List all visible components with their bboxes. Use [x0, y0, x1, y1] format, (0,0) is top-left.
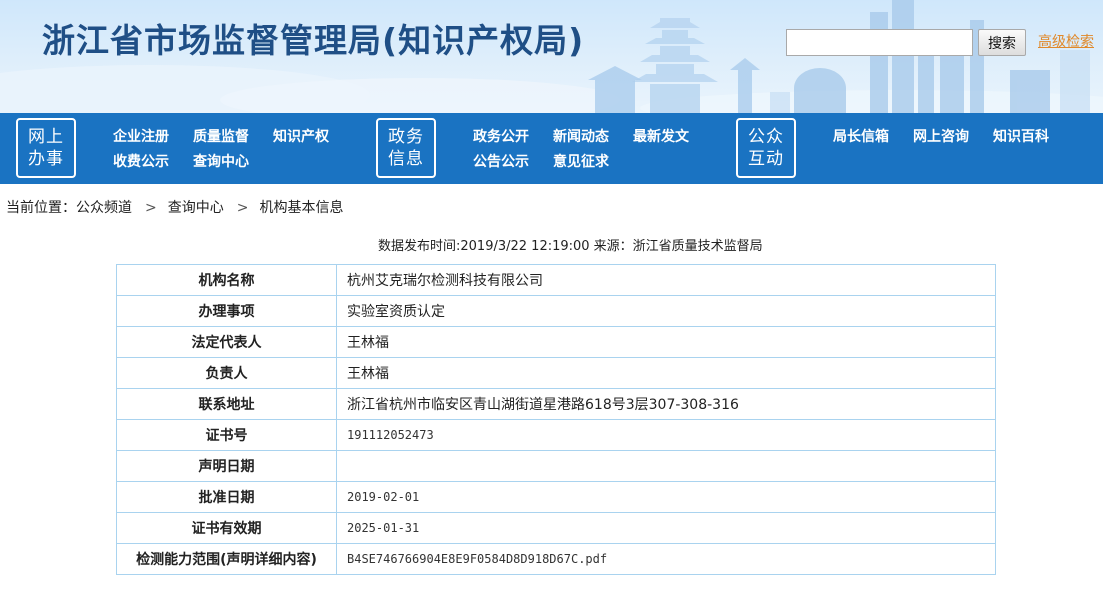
- nav-link-government-affairs[interactable]: 政务公开: [473, 126, 529, 146]
- field-label: 证书有效期: [116, 512, 337, 544]
- breadcrumb-item-query-center[interactable]: 查询中心: [168, 200, 224, 216]
- nav-link-fee-disclosure[interactable]: 收费公示: [113, 151, 169, 171]
- breadcrumb-item-current: 机构基本信息: [259, 200, 344, 216]
- field-label: 机构名称: [116, 264, 337, 296]
- field-value-address: 浙江省杭州市临安区青山湖街道星港路618号3层307-308-316: [336, 388, 996, 420]
- nav-link-online-consultation[interactable]: 网上咨询: [913, 126, 969, 146]
- field-label: 办理事项: [116, 295, 337, 327]
- advanced-search-link[interactable]: 高级检索: [1038, 31, 1094, 51]
- nav-link-quality-supervision[interactable]: 质量监督: [193, 126, 249, 146]
- site-title: 浙江省市场监督管理局(知识产权局): [42, 21, 585, 60]
- field-value-approval-date: 2019-02-01: [336, 481, 996, 513]
- table-row: 负责人 王林福: [116, 357, 996, 389]
- field-label: 批准日期: [116, 481, 337, 513]
- breadcrumb-item-public-channel[interactable]: 公众频道: [76, 200, 132, 216]
- field-label: 联系地址: [116, 388, 337, 420]
- field-value-certificate-validity: 2025-01-31: [336, 512, 996, 544]
- search-button[interactable]: 搜索: [978, 29, 1026, 56]
- nav-link-enterprise-registration[interactable]: 企业注册: [113, 126, 169, 146]
- nav-link-announcements[interactable]: 公告公示: [473, 151, 529, 171]
- table-row: 法定代表人 王林福: [116, 326, 996, 358]
- table-row: 声明日期: [116, 450, 996, 482]
- table-row: 办理事项 实验室资质认定: [116, 295, 996, 327]
- table-row: 证书号 191112052473: [116, 419, 996, 451]
- field-value-person-in-charge: 王林福: [336, 357, 996, 389]
- nav-badge-line: 互动: [748, 149, 784, 169]
- nav-link-intellectual-property[interactable]: 知识产权: [273, 126, 329, 146]
- nav-badge-online-services: 网上 办事: [16, 118, 76, 178]
- breadcrumb-separator-icon: >: [145, 200, 157, 216]
- field-label: 负责人: [116, 357, 337, 389]
- field-label: 检测能力范围(声明详细内容): [116, 543, 337, 575]
- nav-badge-line: 信息: [388, 149, 424, 169]
- nav-badge-line: 公众: [748, 127, 784, 147]
- field-value-certificate-number: 191112052473: [336, 419, 996, 451]
- field-value-matter: 实验室资质认定: [336, 295, 996, 327]
- nav-link-knowledge-base[interactable]: 知识百科: [993, 126, 1049, 146]
- field-label: 声明日期: [116, 450, 337, 482]
- field-label: 证书号: [116, 419, 337, 451]
- institution-info-table: 机构名称 杭州艾克瑞尔检测科技有限公司 办理事项 实验室资质认定 法定代表人 王…: [116, 264, 996, 575]
- nav-badge-line: 办事: [28, 149, 64, 169]
- nav-link-news[interactable]: 新闻动态: [553, 126, 609, 146]
- table-row: 检测能力范围(声明详细内容) B4SE746766904E8E9F0584D8D…: [116, 543, 996, 575]
- publish-info: 数据发布时间:2019/3/22 12:19:00 来源：浙江省质量技术监督局: [378, 239, 763, 254]
- field-value-institution-name: 杭州艾克瑞尔检测科技有限公司: [336, 264, 996, 296]
- field-value-legal-representative: 王林福: [336, 326, 996, 358]
- nav-link-query-center[interactable]: 查询中心: [193, 151, 249, 171]
- field-value-capability-scope-file[interactable]: B4SE746766904E8E9F0584D8D918D67C.pdf: [336, 543, 996, 575]
- table-row: 批准日期 2019-02-01: [116, 481, 996, 513]
- nav-link-latest-documents[interactable]: 最新发文: [633, 126, 689, 146]
- nav-badge-line: 政务: [388, 127, 424, 147]
- breadcrumb-separator-icon: >: [236, 200, 249, 216]
- field-value-declaration-date: [336, 450, 996, 482]
- search-input[interactable]: [786, 29, 973, 56]
- breadcrumb: 当前位置：公众频道 > 查询中心 > 机构基本信息: [6, 197, 343, 217]
- nav-badge-line: 网上: [28, 127, 64, 147]
- table-row: 证书有效期 2025-01-31: [116, 512, 996, 544]
- nav-link-public-opinion[interactable]: 意见征求: [553, 151, 609, 171]
- header-banner: 浙江省市场监督管理局(知识产权局) 搜索 高级检索: [0, 0, 1103, 113]
- nav-link-director-mailbox[interactable]: 局长信箱: [833, 126, 889, 146]
- nav-badge-public-interaction: 公众 互动: [736, 118, 796, 178]
- breadcrumb-prefix: 当前位置：: [6, 200, 76, 216]
- nav-badge-government-info: 政务 信息: [376, 118, 436, 178]
- table-row: 联系地址 浙江省杭州市临安区青山湖街道星港路618号3层307-308-316: [116, 388, 996, 420]
- main-nav: 网上 办事 企业注册 质量监督 知识产权 收费公示 查询中心 政务 信息 政务公…: [0, 113, 1103, 184]
- table-row: 机构名称 杭州艾克瑞尔检测科技有限公司: [116, 264, 996, 296]
- field-label: 法定代表人: [116, 326, 337, 358]
